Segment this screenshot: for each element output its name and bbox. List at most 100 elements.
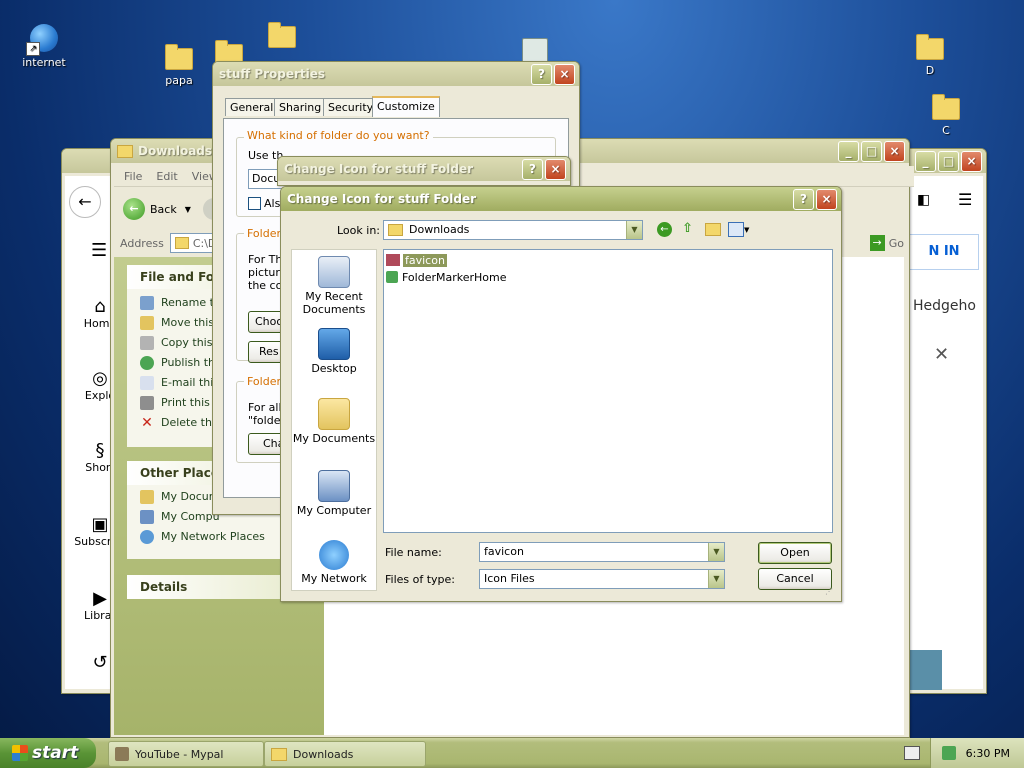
start-button[interactable]: start [0, 738, 96, 768]
move-icon [140, 316, 154, 330]
close-button[interactable]: × [884, 140, 905, 162]
back-icon[interactable]: ← [123, 198, 145, 220]
folder-icon [271, 747, 287, 761]
chevron-down-icon[interactable]: ▼ [708, 543, 724, 561]
task-label: E-mail this [161, 376, 220, 389]
properties-titlebar: stuff Properties ? × [213, 62, 579, 86]
folder-icon [165, 44, 193, 70]
filetype-value: Icon Files [484, 572, 535, 585]
desktop-icon-internet[interactable]: internet [9, 24, 79, 69]
open-button[interactable]: Open [758, 542, 832, 564]
chevron-down-icon[interactable]: ▼ [185, 205, 191, 214]
network-icon[interactable] [941, 746, 956, 760]
also-checkbox[interactable] [248, 197, 261, 210]
file-list[interactable]: favicon FolderMarkerHome [383, 249, 833, 533]
recent-documents-icon [318, 256, 350, 288]
close-button[interactable]: × [961, 150, 982, 172]
icon-file-icon [386, 271, 398, 283]
change-icon-dialog-back: Change Icon for stuff Folder ? × [277, 156, 571, 186]
desktop-icon-d[interactable]: D [895, 34, 965, 77]
sidebar-toggle-icon[interactable]: ◧ [917, 192, 930, 208]
maximize-button[interactable]: □ [938, 150, 959, 172]
filename-label: File name: [385, 546, 442, 559]
window-title: Change Icon for stuff Folder [287, 192, 477, 206]
chevron-down-icon[interactable]: ▼ [708, 570, 724, 588]
signin-button[interactable]: N IN [909, 234, 979, 270]
file-item[interactable]: FolderMarkerHome [386, 270, 507, 284]
filename-combo[interactable]: favicon ▼ [479, 542, 725, 562]
taskbar-item-youtube[interactable]: YouTube - Mypal [108, 741, 264, 767]
change-icon-dialog: Change Icon for stuff Folder ? × Look in… [280, 186, 842, 602]
group-text: "folde [248, 414, 281, 427]
file-item[interactable]: favicon [386, 253, 447, 267]
chevron-down-icon[interactable]: ▼ [744, 226, 749, 234]
help-button[interactable]: ? [793, 188, 814, 210]
resize-grip-icon[interactable]: ⋰ [825, 587, 833, 596]
tab-strip: General Sharing Security Customize [223, 96, 569, 120]
go-icon[interactable]: → [869, 235, 885, 251]
folder-icon [268, 22, 296, 48]
group-title: Folder [244, 227, 284, 240]
clock[interactable]: 6:30 PM [966, 747, 1010, 760]
chevron-down-icon[interactable]: ▼ [626, 221, 642, 239]
desktop-icon-c[interactable]: C [911, 94, 981, 137]
email-icon [140, 376, 154, 390]
minimize-button[interactable]: _ [915, 150, 936, 172]
tab-general[interactable]: General [225, 98, 279, 116]
maximize-button[interactable]: □ [861, 140, 882, 162]
filename-value: favicon [484, 545, 524, 558]
tab-customize[interactable]: Customize [372, 96, 440, 117]
back-arrow-icon[interactable]: ← [69, 186, 101, 218]
help-button[interactable]: ? [531, 63, 552, 85]
folder-icon [932, 94, 960, 120]
place-my-computer[interactable]: My Computer [290, 470, 378, 517]
window-title: Change Icon for stuff Folder [284, 162, 474, 176]
filetype-combo[interactable]: Icon Files ▼ [479, 569, 725, 589]
chip-label[interactable]: Hedgeho [913, 298, 976, 314]
lookin-combo[interactable]: Downloads ▼ [383, 220, 643, 240]
windows-logo-icon [12, 745, 28, 761]
my-documents-icon [140, 490, 154, 504]
my-network-icon [319, 540, 349, 570]
file-name: FolderMarkerHome [402, 270, 507, 284]
place-my-documents[interactable]: My Documents [290, 398, 378, 445]
close-button[interactable]: × [816, 188, 837, 210]
taskbar-item-downloads[interactable]: Downloads [264, 741, 426, 767]
menu-file[interactable]: File [124, 170, 142, 183]
menu-edit[interactable]: Edit [156, 170, 177, 183]
desktop-folder-2[interactable] [247, 22, 317, 52]
place-my-network[interactable]: My Network [290, 540, 378, 585]
new-folder-icon[interactable] [705, 223, 721, 236]
close-button[interactable]: × [545, 158, 566, 180]
help-button[interactable]: ? [522, 158, 543, 180]
desktop-icon-label: internet [22, 56, 66, 69]
lookin-label: Look in: [337, 224, 380, 237]
lookin-value: Downloads [409, 223, 470, 236]
place-label: My Documents [292, 432, 376, 445]
tab-security[interactable]: Security [323, 98, 379, 116]
minimize-button[interactable]: _ [838, 140, 859, 162]
menu-icon[interactable]: ☰ [958, 190, 972, 209]
copy-icon [140, 336, 154, 350]
go-button[interactable]: Go [889, 237, 904, 250]
back-icon[interactable]: ← [657, 222, 672, 237]
folder-icon [174, 237, 189, 249]
back-button[interactable]: Back [150, 203, 177, 216]
up-folder-icon[interactable]: ⇧ [682, 221, 693, 236]
desktop-icon-label: D [925, 64, 935, 77]
place-recent-documents[interactable]: My Recent Documents [290, 256, 378, 316]
close-button[interactable]: × [554, 63, 575, 85]
desktop-icon [318, 328, 350, 360]
hamburger-icon[interactable]: ☰ [91, 240, 107, 261]
keyboard-icon[interactable] [904, 746, 920, 760]
place-label: My Network [301, 572, 367, 585]
place-label: Desktop [311, 362, 357, 375]
place-desktop[interactable]: Desktop [290, 328, 378, 375]
close-icon[interactable]: ✕ [934, 344, 949, 365]
tab-sharing[interactable]: Sharing [274, 98, 327, 116]
places-bar: My Recent Documents Desktop My Documents… [291, 249, 377, 591]
folder-icon [388, 224, 403, 236]
cancel-button[interactable]: Cancel [758, 568, 832, 590]
views-menu-icon[interactable] [728, 222, 744, 237]
thumbnail [910, 650, 942, 690]
